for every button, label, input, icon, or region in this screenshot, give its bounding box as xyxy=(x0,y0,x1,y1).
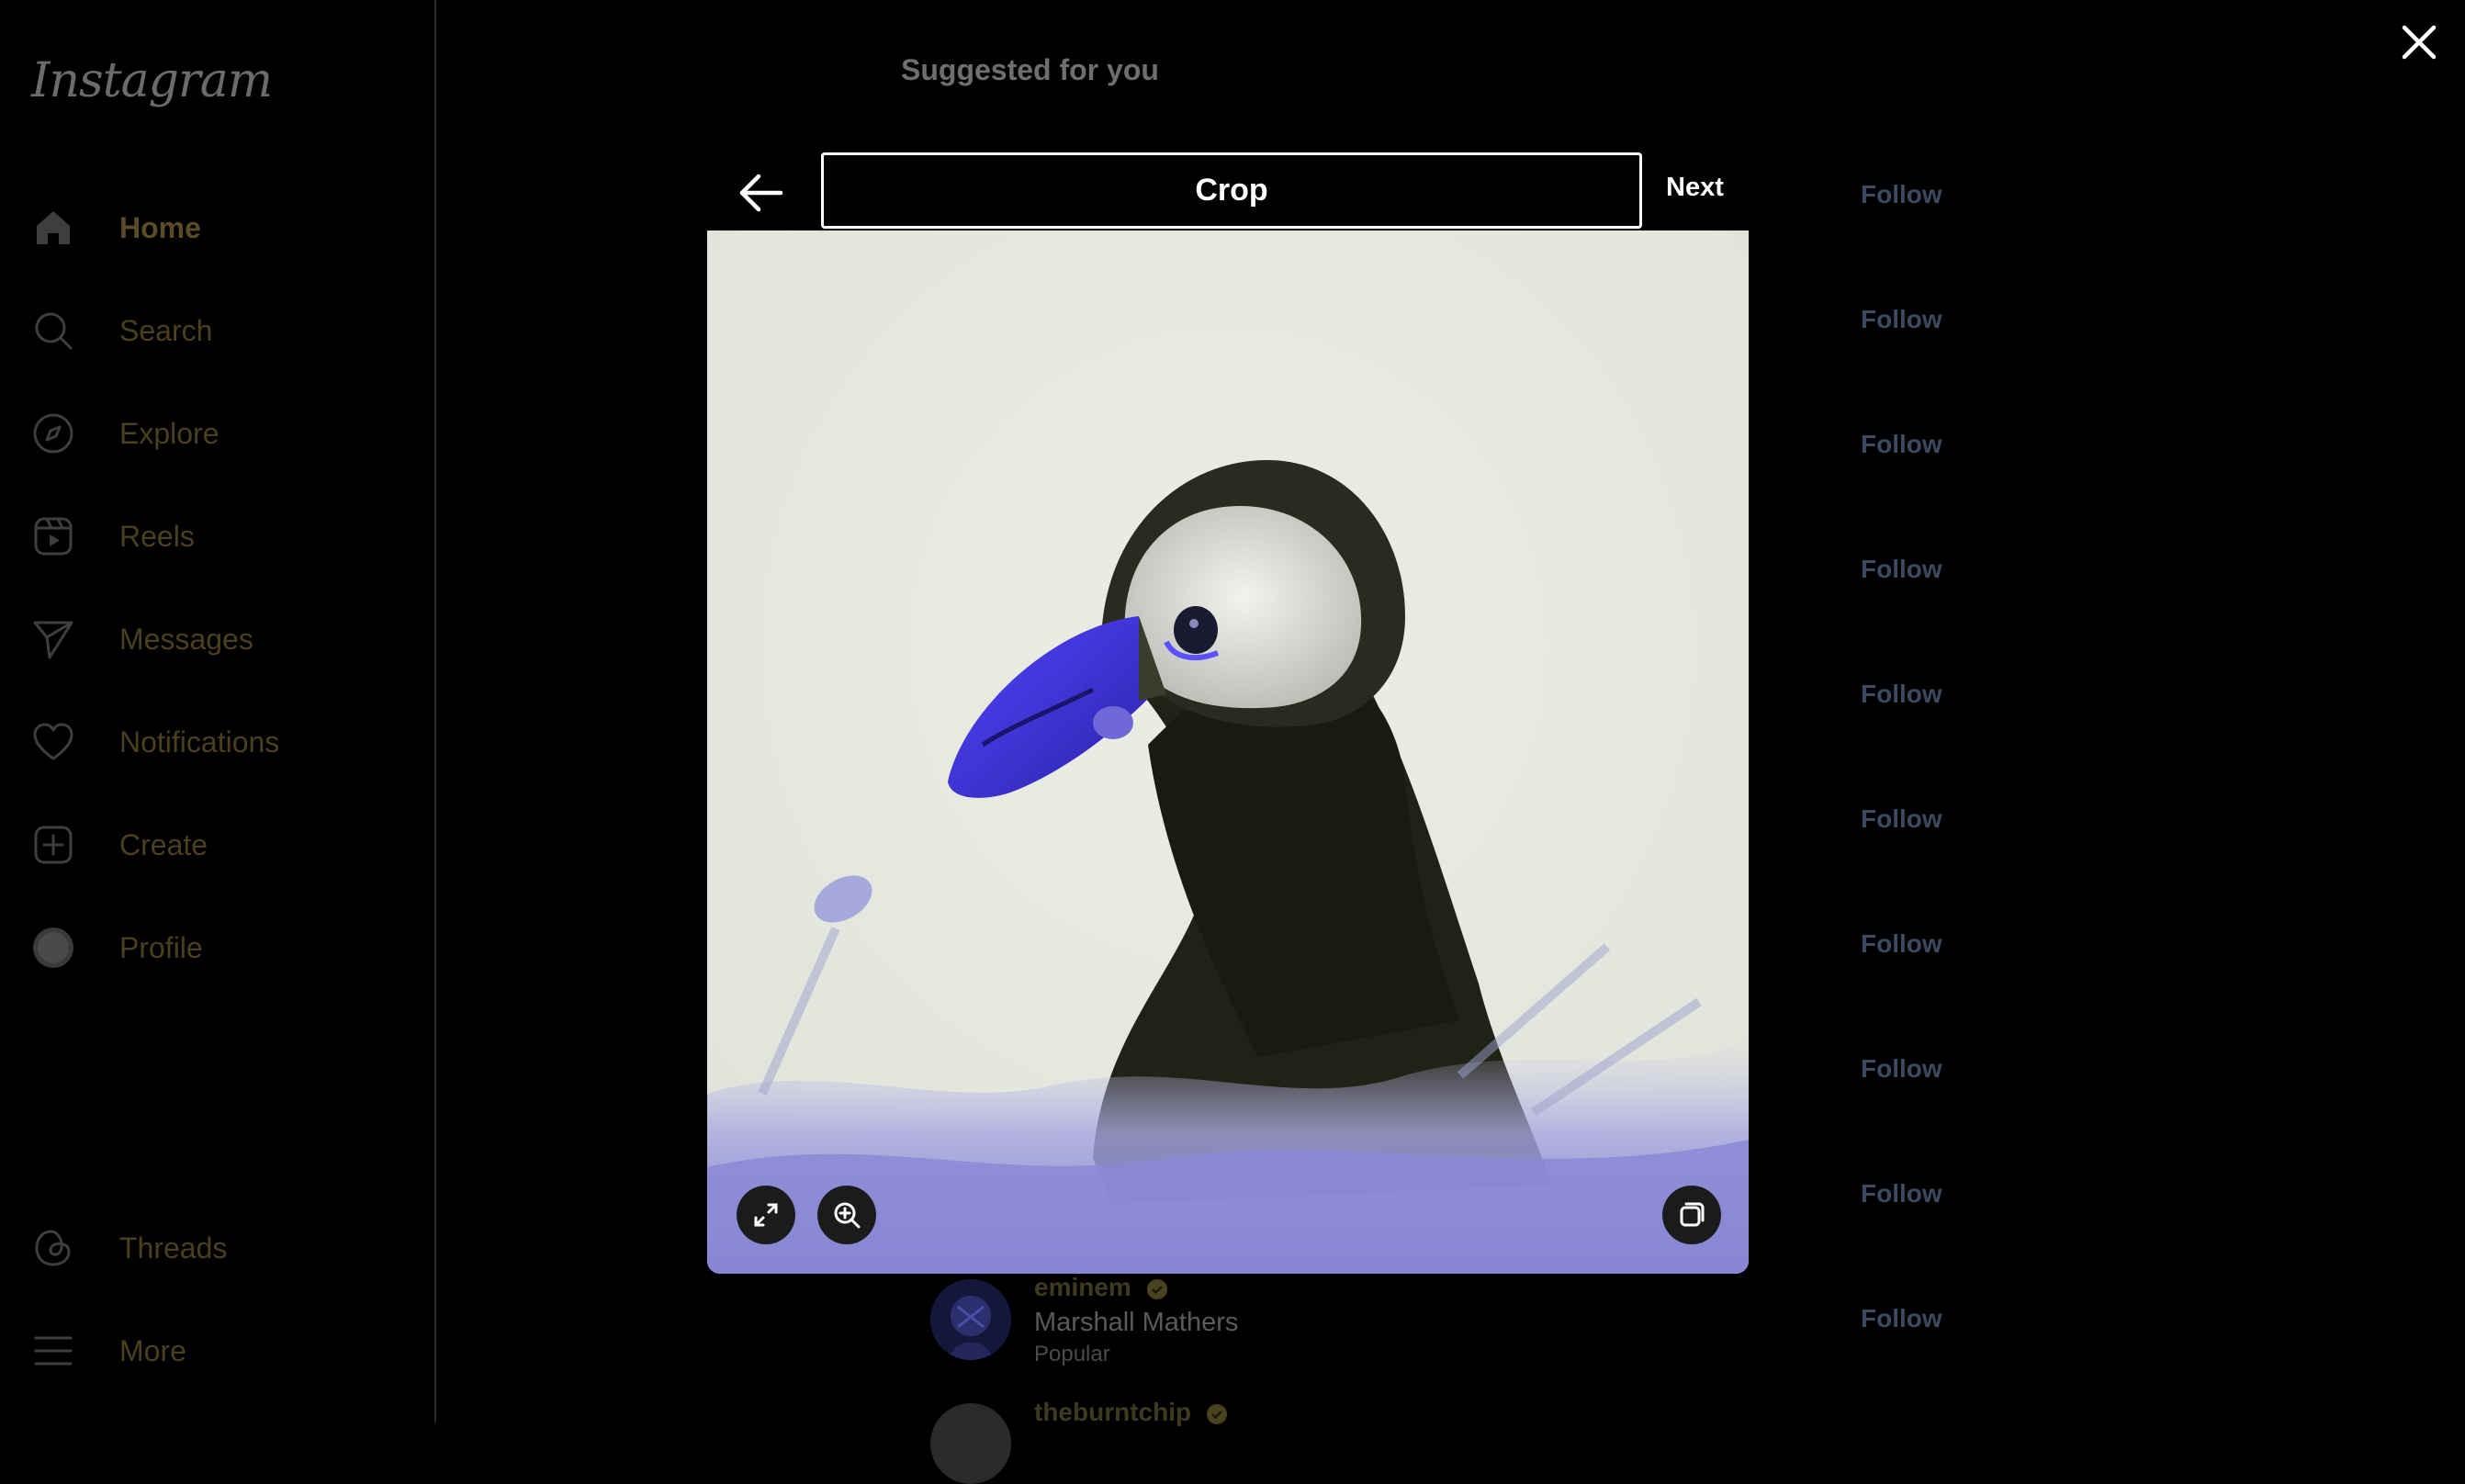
sidebar-item-label: Reels xyxy=(119,519,195,553)
list-item-username[interactable]: eminem xyxy=(1034,1273,1168,1302)
follow-button[interactable]: Follow xyxy=(1861,305,1942,334)
next-button[interactable]: Next xyxy=(1666,173,1724,203)
crop-canvas[interactable] xyxy=(707,230,1749,1274)
multiple-media-button[interactable] xyxy=(1662,1186,1721,1244)
heart-icon xyxy=(31,720,75,764)
sidebar-item-search[interactable]: Search xyxy=(31,303,417,358)
reels-icon xyxy=(31,514,75,558)
verified-badge-icon xyxy=(1146,1278,1167,1299)
compass-icon xyxy=(31,411,75,455)
list-item-username[interactable]: theburntchip xyxy=(1034,1398,1228,1427)
zoom-button[interactable] xyxy=(817,1186,876,1244)
modal-title-box: Crop xyxy=(821,152,1642,229)
follow-button[interactable]: Follow xyxy=(1861,1304,1942,1333)
sidebar-item-explore[interactable]: Explore xyxy=(31,406,417,461)
follow-button[interactable]: Follow xyxy=(1861,929,1942,959)
avatar-icon xyxy=(31,926,75,970)
arrow-left-icon xyxy=(739,174,783,212)
sidebar-item-threads[interactable]: Threads xyxy=(31,1220,417,1276)
home-icon xyxy=(31,206,75,250)
crop-modal-header: Crop Next xyxy=(707,152,1749,230)
sidebar-item-messages[interactable]: Messages xyxy=(31,612,417,667)
follow-button[interactable]: Follow xyxy=(1861,1054,1942,1084)
send-icon xyxy=(31,617,75,661)
sidebar-item-label: Messages xyxy=(119,622,253,656)
follow-button[interactable]: Follow xyxy=(1861,555,1942,584)
sidebar-item-more[interactable]: More xyxy=(31,1323,417,1378)
menu-icon xyxy=(31,1329,75,1373)
verified-badge-icon xyxy=(1206,1403,1227,1424)
close-button[interactable] xyxy=(2397,20,2441,64)
suggested-title: Suggested for you xyxy=(901,53,1159,86)
sidebar-item-label: Threads xyxy=(119,1231,228,1265)
sidebar-item-notifications[interactable]: Notifications xyxy=(31,714,417,770)
sidebar-item-create[interactable]: Create xyxy=(31,817,417,872)
sidebar-item-label: Home xyxy=(119,210,201,244)
instagram-logo[interactable]: Instagram xyxy=(31,53,273,108)
follow-button[interactable]: Follow xyxy=(1861,804,1942,834)
sidebar-item-profile[interactable]: Profile xyxy=(31,920,417,975)
close-icon xyxy=(2402,25,2437,60)
follow-button[interactable]: Follow xyxy=(1861,1179,1942,1209)
sidebar-item-label: Profile xyxy=(119,930,203,964)
avatar[interactable] xyxy=(930,1279,1011,1360)
plus-square-icon xyxy=(31,823,75,867)
back-button[interactable] xyxy=(735,167,786,219)
expand-icon xyxy=(754,1203,778,1227)
modal-title: Crop xyxy=(1195,173,1268,208)
sidebar-item-label: Notifications xyxy=(119,725,280,759)
follow-button[interactable]: Follow xyxy=(1861,430,1942,459)
avatar[interactable] xyxy=(930,1403,1011,1484)
sidebar-item-label: More xyxy=(119,1333,186,1367)
follow-button[interactable]: Follow xyxy=(1861,680,1942,709)
zoom-in-icon xyxy=(834,1202,861,1229)
sidebar-item-label: Search xyxy=(119,313,213,347)
list-item-subtitle: Popular xyxy=(1034,1342,1110,1366)
sidebar-item-home[interactable]: Home xyxy=(31,200,417,255)
search-icon xyxy=(31,309,75,353)
threads-icon xyxy=(31,1226,75,1270)
sidebar-item-reels[interactable]: Reels xyxy=(31,509,417,564)
sidebar: Instagram Home Search Explore Reels Mess… xyxy=(0,0,436,1422)
sidebar-item-label: Explore xyxy=(119,416,219,450)
expand-button[interactable] xyxy=(737,1186,795,1244)
puffin-photo xyxy=(707,230,1749,1274)
sidebar-item-label: Create xyxy=(119,827,208,861)
follow-button[interactable]: Follow xyxy=(1861,180,1942,209)
list-item-fullname: Marshall Mathers xyxy=(1034,1308,1239,1337)
multiple-media-icon xyxy=(1680,1202,1705,1227)
